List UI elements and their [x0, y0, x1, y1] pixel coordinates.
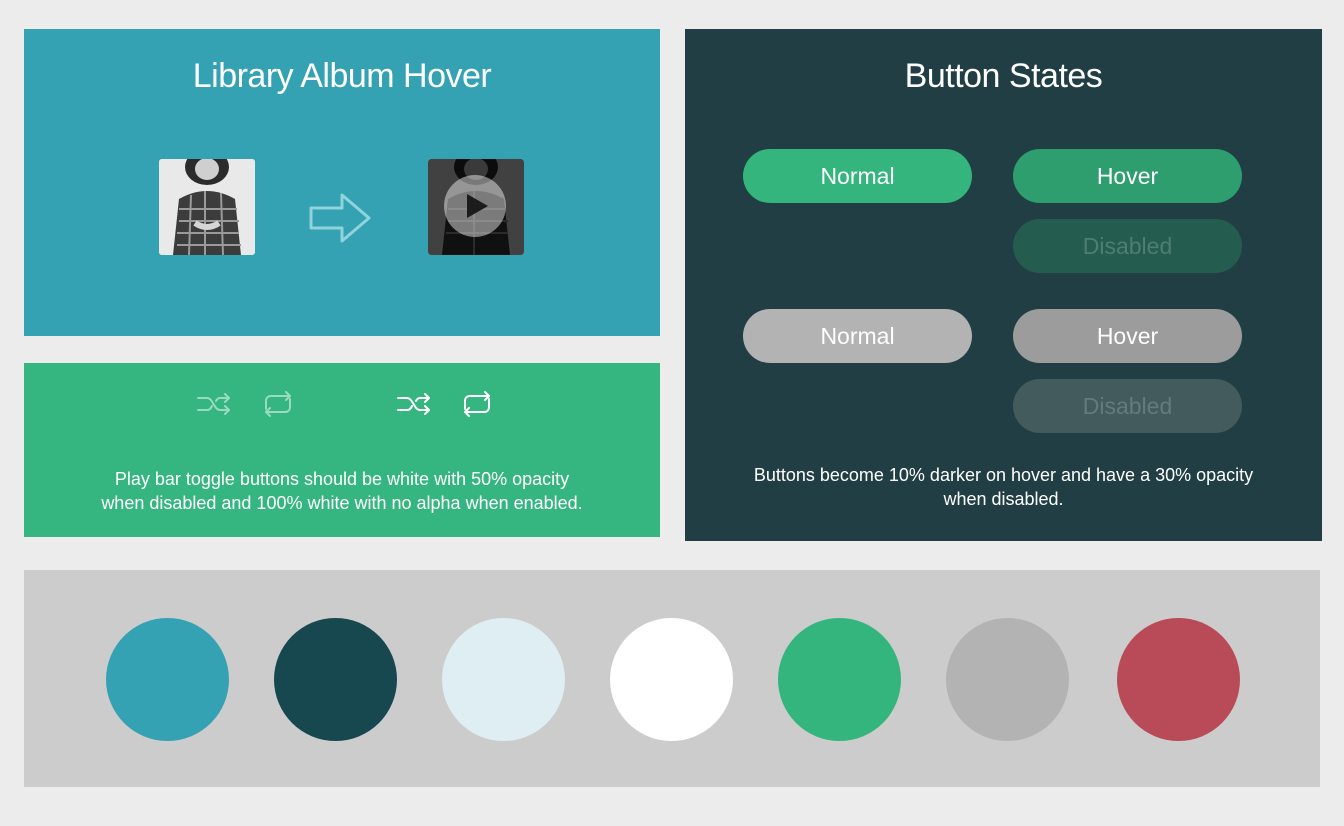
gray-disabled-button[interactable]: Disabled: [1013, 379, 1242, 433]
button-states-title: Button States: [904, 57, 1103, 95]
toggle-description-line: Play bar toggle buttons should be white …: [114, 469, 570, 489]
swatch-green: [778, 618, 901, 741]
transition-arrow-icon: [308, 191, 372, 250]
gray-normal-button[interactable]: Normal: [743, 309, 972, 363]
shuffle-icon[interactable]: [396, 387, 432, 421]
swatch-dark-teal: [274, 618, 397, 741]
green-disabled-button[interactable]: Disabled: [1013, 219, 1242, 273]
swatch-teal: [106, 618, 229, 741]
swatch-red: [1117, 618, 1240, 741]
green-hover-button[interactable]: Hover: [1013, 149, 1242, 203]
shuffle-icon[interactable]: [196, 387, 232, 421]
swatch-light-blue: [442, 618, 565, 741]
play-icon[interactable]: [444, 175, 506, 237]
green-normal-button[interactable]: Normal: [743, 149, 972, 203]
playbar-toggles-panel: Play bar toggle buttons should be white …: [24, 363, 660, 537]
album-art-normal[interactable]: [159, 159, 255, 255]
swatch-white: [610, 618, 733, 741]
library-album-hover-panel: Library Album Hover: [24, 29, 660, 336]
swatch-gray: [946, 618, 1069, 741]
repeat-icon[interactable]: [459, 387, 495, 421]
repeat-icon[interactable]: [260, 387, 296, 421]
gray-hover-button[interactable]: Hover: [1013, 309, 1242, 363]
button-states-panel: Button States Normal Hover Disabled Norm…: [685, 29, 1322, 541]
album-art-hover[interactable]: [428, 159, 524, 255]
button-description-line: Buttons become 10% darker on hover and h…: [753, 465, 1254, 485]
toggle-description-line: when disabled and 100% white with no alp…: [101, 493, 583, 513]
toggle-description: Play bar toggle buttons should be white …: [64, 467, 620, 515]
color-palette-panel: [24, 570, 1320, 787]
button-description-line: when disabled.: [943, 489, 1064, 509]
button-states-description: Buttons become 10% darker on hover and h…: [715, 463, 1292, 511]
album-hover-title: Library Album Hover: [192, 57, 492, 95]
